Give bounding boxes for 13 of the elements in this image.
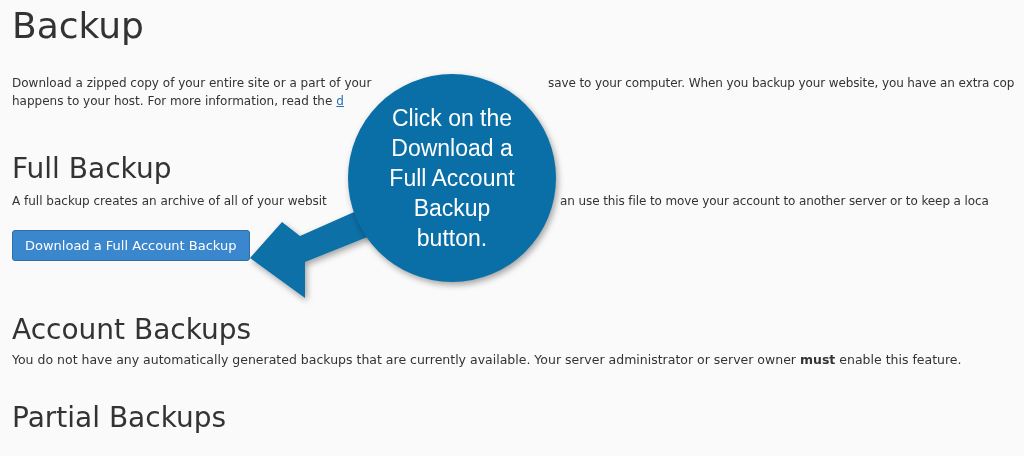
section-text: A full backup creates an archive of all of your websit bbox=[12, 193, 327, 210]
page-title: Backup bbox=[12, 4, 144, 48]
section-text: an use this file to move your account to another server or to keep a loca bbox=[560, 193, 989, 210]
section-heading: Full Backup bbox=[12, 152, 172, 186]
intro-text: happens to your host. For more information, read the bbox=[12, 93, 333, 110]
section-heading: Partial Backups bbox=[12, 401, 227, 435]
intro-text: Download a zipped copy of your entire site or a part of your bbox=[12, 75, 372, 92]
documentation-link[interactable]: d bbox=[336, 92, 344, 110]
section-heading: Account Backups bbox=[12, 313, 252, 347]
section-text: You do not have any automatically generated backups that are currently available. Your server administrator or server owner must enable this feature. bbox=[12, 351, 962, 369]
download-backup-button[interactable]: Download a Full Account Backup bbox=[12, 230, 250, 261]
callout-text: Click on the Download a Full Account Backup button. bbox=[388, 104, 516, 253]
intro-text: save to your computer. When you backup your website, you have an extra cop bbox=[548, 75, 1015, 92]
